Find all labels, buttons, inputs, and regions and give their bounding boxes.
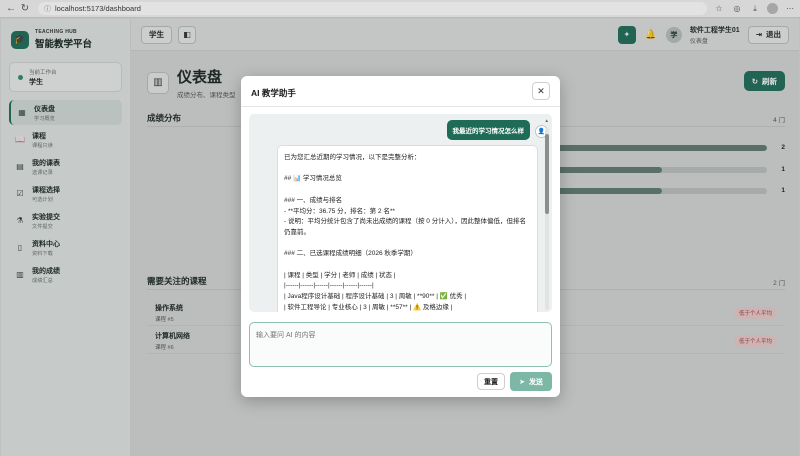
- scroll-up-icon[interactable]: ▲: [545, 118, 549, 123]
- scrollbar[interactable]: [545, 128, 549, 310]
- scrollbar-thumb[interactable]: [545, 134, 549, 214]
- close-icon[interactable]: ✕: [532, 82, 550, 100]
- send-button[interactable]: ➤ 发送: [510, 372, 552, 391]
- chat-input[interactable]: [249, 322, 552, 367]
- chat-history[interactable]: 我最近的学习情况怎么样 👤 已为您汇总近期的学习情况，以下是完整分析： ## 📊…: [249, 114, 552, 312]
- send-icon: ➤: [519, 378, 525, 386]
- divider: [241, 106, 560, 107]
- user-message: 我最近的学习情况怎么样: [446, 120, 530, 140]
- reset-button[interactable]: 重置: [477, 373, 505, 390]
- ai-message: 已为您汇总近期的学习情况，以下是完整分析： ## 📊 学习情况总览 ### 一、…: [277, 145, 538, 312]
- ai-assistant-dialog: AI 教学助手 ✕ 我最近的学习情况怎么样 👤 已为您汇总近期的学习情况，以下是…: [241, 76, 560, 397]
- dialog-title: AI 教学助手: [251, 88, 296, 98]
- send-label: 发送: [528, 378, 543, 386]
